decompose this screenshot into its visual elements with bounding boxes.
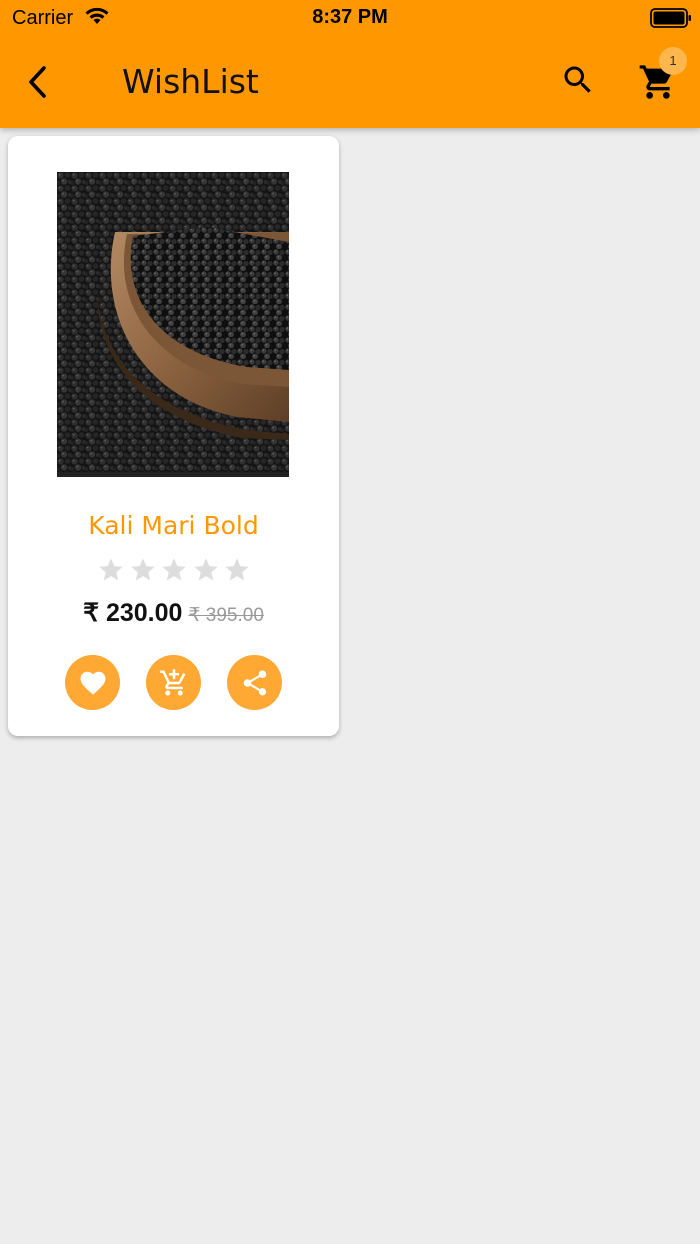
wishlist-button[interactable]	[65, 655, 120, 710]
star-icon	[162, 558, 186, 581]
search-button[interactable]	[560, 62, 596, 98]
star-icon	[193, 558, 218, 581]
pepper-bowl-image	[57, 172, 289, 477]
status-time: 8:37 PM	[312, 6, 388, 28]
product-name[interactable]: Kali Mari Bold	[8, 511, 339, 540]
star-rating[interactable]	[97, 556, 251, 586]
price-row: ₹ 230.00 ₹ 395.00	[8, 598, 339, 628]
search-icon	[564, 66, 591, 93]
star-icon	[130, 558, 155, 581]
share-button[interactable]	[227, 655, 282, 710]
app-header: Carrier 8:37 PM WishList	[0, 0, 700, 128]
star-icon	[225, 558, 249, 581]
product-card[interactable]: Kali Mari Bold ₹ 230.00 ₹ 395.00	[8, 136, 339, 736]
sale-price: ₹ 230.00	[83, 599, 183, 627]
heart-icon	[80, 671, 105, 695]
add-to-cart-icon	[159, 668, 185, 695]
back-button[interactable]	[22, 62, 54, 102]
star-icon	[99, 558, 123, 581]
chevron-left-icon	[29, 66, 46, 98]
original-price: ₹ 395.00	[188, 605, 264, 626]
add-to-cart-button[interactable]	[146, 655, 201, 710]
status-bar: Carrier 8:37 PM	[0, 0, 700, 36]
cart-count-badge: 1	[659, 47, 687, 75]
battery-icon	[650, 8, 692, 33]
nav-bar: WishList	[0, 36, 700, 128]
product-image[interactable]	[57, 172, 289, 477]
share-icon	[243, 670, 266, 695]
page-title: WishList	[122, 62, 259, 101]
